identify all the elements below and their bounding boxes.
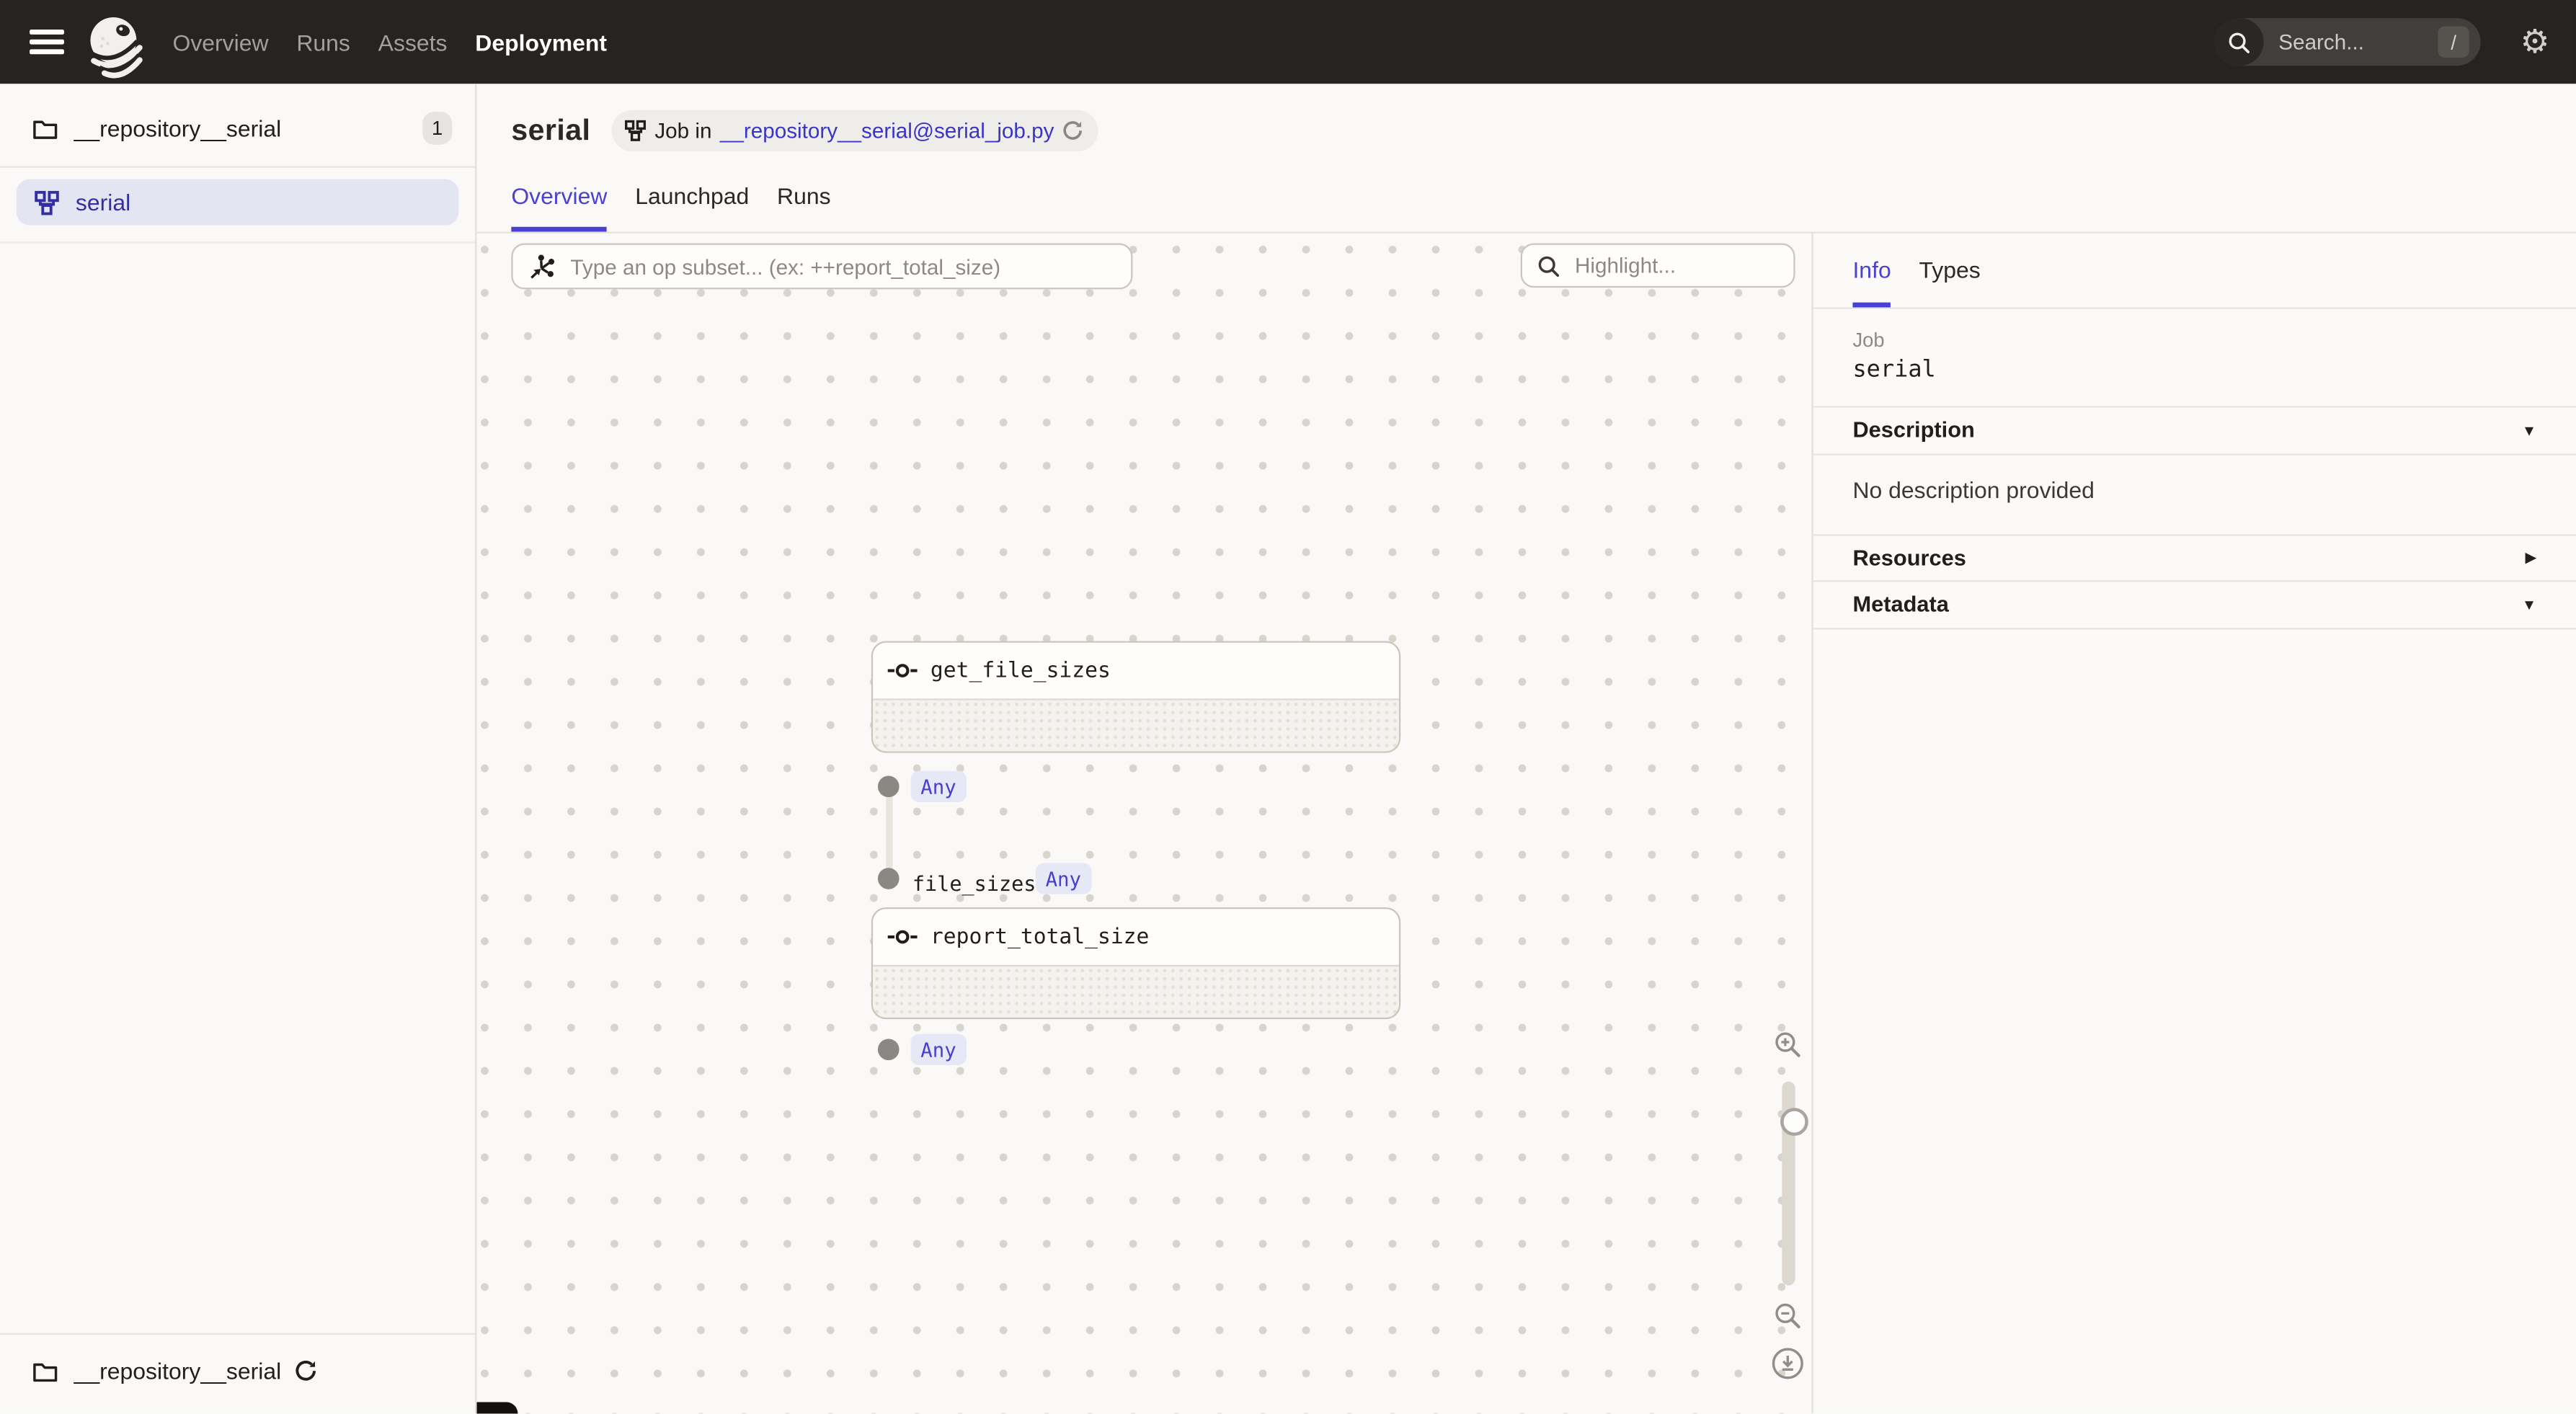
nav-item-overview[interactable]: Overview [172, 29, 268, 55]
panel-tabs: Info Types [1813, 234, 2576, 309]
nav-item-deployment[interactable]: Deployment [475, 29, 607, 55]
op-node-get-file-sizes[interactable]: get_file_sizes [871, 641, 1400, 753]
left-sidebar: __repository__serial 1 serial __re [0, 84, 476, 1414]
dagster-logo[interactable] [82, 11, 148, 83]
info-panel: Info Types Job serial Description ▼ No d… [1811, 234, 2576, 1414]
footer-repository-name: __repository__serial [74, 1359, 282, 1384]
job-value: serial [1852, 357, 2536, 383]
sidebar-footer: __repository__serial [0, 1333, 475, 1414]
op-name: get_file_sizes [931, 658, 1111, 682]
op-icon [888, 929, 918, 946]
op-selector-icon [528, 252, 556, 280]
op-node-report-total-size[interactable]: report_total_size [871, 907, 1400, 1019]
section-description[interactable]: Description ▼ [1813, 408, 2576, 455]
section-label: Description [1852, 418, 1974, 443]
input-type-badge[interactable]: Any [1036, 863, 1091, 894]
job-list: serial [0, 168, 475, 244]
nav-item-assets[interactable]: Assets [378, 29, 448, 55]
search-icon [2214, 18, 2263, 66]
output-port[interactable] [877, 775, 899, 796]
tab-info[interactable]: Info [1852, 257, 1891, 308]
caret-down-icon: ▼ [2522, 422, 2536, 439]
op-node-body [873, 966, 1399, 1018]
hamburger-icon[interactable] [30, 30, 64, 54]
job-tag-prefix: Job in [654, 117, 711, 142]
section-metadata[interactable]: Metadata ▼ [1813, 582, 2576, 628]
op-edge [886, 786, 892, 878]
op-icon [888, 662, 918, 679]
op-name: report_total_size [931, 925, 1149, 949]
tab-types[interactable]: Types [1919, 257, 1980, 308]
nav-item-runs[interactable]: Runs [296, 29, 350, 55]
sidebar-item-label: serial [76, 189, 130, 215]
magnifier-icon [1537, 254, 1560, 277]
job-key-label: Job [1852, 329, 2536, 352]
refresh-icon[interactable] [294, 1360, 317, 1383]
section-label: Resources [1852, 546, 1966, 570]
slash-shortcut: / [2438, 26, 2469, 57]
zoom-out-icon[interactable] [1774, 1302, 1802, 1330]
input-port-label: file_sizes [912, 871, 1036, 896]
caret-down-icon: ▼ [2522, 596, 2536, 613]
job-file-link[interactable]: __repository__serial@serial_job.py [720, 117, 1054, 142]
toast-corner [476, 1402, 518, 1414]
op-subset-input[interactable] [567, 252, 1118, 280]
top-navigation-bar: Overview Runs Assets Deployment / ⚙ [0, 0, 2576, 84]
page-title: serial [511, 112, 590, 147]
highlight-field [1521, 244, 1795, 288]
job-count-badge: 1 [422, 112, 452, 145]
job-origin-tag: Job in __repository__serial@serial_job.p… [612, 110, 1098, 151]
op-subset-field [511, 244, 1132, 290]
job-summary: Job serial [1813, 309, 2576, 408]
gear-icon[interactable]: ⚙ [2521, 25, 2550, 58]
repository-header[interactable]: __repository__serial 1 [0, 84, 475, 167]
job-tabs: Overview Launchpad Runs [511, 182, 2543, 231]
output-type-badge[interactable]: Any [911, 1034, 967, 1065]
nav-links: Overview Runs Assets Deployment [172, 29, 607, 55]
app-window: Overview Runs Assets Deployment / ⚙ __re… [0, 0, 2576, 1414]
caret-right-icon: ▶ [2525, 548, 2536, 566]
zoom-in-icon[interactable] [1774, 1031, 1802, 1059]
description-body: No description provided [1813, 455, 2576, 535]
section-label: Metadata [1852, 592, 1948, 617]
search-input[interactable] [2275, 28, 2417, 56]
output-port[interactable] [877, 1038, 899, 1059]
op-node-body [873, 701, 1399, 752]
section-resources[interactable]: Resources ▶ [1813, 535, 2576, 582]
tab-launchpad[interactable]: Launchpad [635, 182, 749, 231]
folder-icon [33, 1361, 58, 1382]
tab-runs[interactable]: Runs [777, 182, 831, 231]
highlight-input[interactable] [1571, 252, 1780, 280]
tab-overview[interactable]: Overview [511, 182, 607, 231]
output-type-badge[interactable]: Any [911, 771, 967, 802]
folder-icon [33, 117, 58, 139]
job-header: serial Job in __repository__serial@seria… [476, 84, 2576, 231]
repository-name: __repository__serial [74, 115, 282, 141]
job-graph-icon [625, 119, 647, 141]
sidebar-item-serial[interactable]: serial [17, 179, 459, 226]
zoom-slider-thumb[interactable] [1780, 1108, 1808, 1136]
refresh-icon[interactable] [1062, 119, 1084, 141]
job-graph-icon [35, 190, 59, 214]
op-graph-canvas[interactable]: get_file_sizes Any file_sizes Any [476, 234, 1811, 1414]
input-port[interactable] [877, 867, 899, 889]
download-icon[interactable] [1770, 1346, 1805, 1381]
main-content: serial Job in __repository__serial@seria… [476, 84, 2576, 1414]
global-search[interactable]: / [2214, 18, 2480, 66]
